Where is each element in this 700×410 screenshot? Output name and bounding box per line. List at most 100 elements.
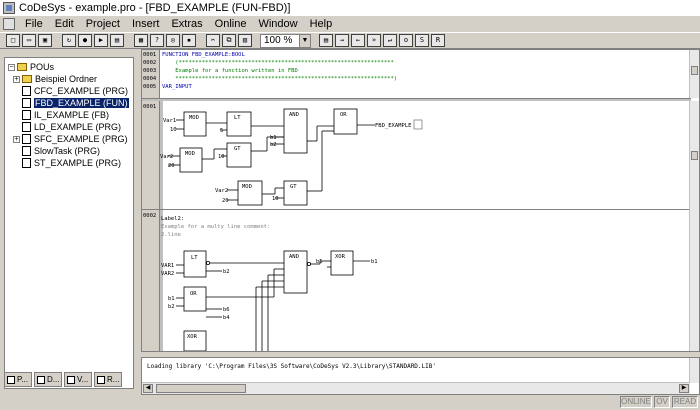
find-icon[interactable]: ◎ bbox=[166, 34, 180, 47]
object-organizer: − POUs + Beispiel Ordner CFC_EXAMPLE (PR… bbox=[4, 57, 134, 389]
box-label: LT bbox=[191, 255, 198, 261]
logout-icon[interactable]: ▤ bbox=[110, 34, 124, 47]
document-window-icon[interactable] bbox=[3, 18, 15, 30]
scroll-thumb[interactable] bbox=[691, 66, 698, 75]
menu-project[interactable]: Project bbox=[80, 18, 126, 30]
line-number: 0002 bbox=[143, 60, 157, 66]
pou-icon bbox=[22, 122, 31, 132]
signal-label: b6 bbox=[223, 307, 230, 313]
menu-window[interactable]: Window bbox=[252, 18, 303, 30]
input-icon[interactable]: → bbox=[335, 34, 349, 47]
save-icon[interactable]: ▣ bbox=[38, 34, 52, 47]
network-comment: 2.line bbox=[161, 232, 181, 238]
network-1-boxes bbox=[179, 108, 358, 206]
set-icon[interactable]: S bbox=[415, 34, 429, 47]
signal-label: VAR1 bbox=[161, 263, 174, 269]
input-label: 20 bbox=[222, 198, 229, 204]
return-icon[interactable]: ↵ bbox=[383, 34, 397, 47]
tree-root-pous[interactable]: − POUs bbox=[8, 61, 54, 73]
pou-icon bbox=[22, 134, 31, 144]
declaration-pane[interactable]: 0001 FUNCTION FBD_EXAMPLE:BOOL 0002 (***… bbox=[142, 50, 691, 98]
scroll-thumb[interactable] bbox=[691, 151, 698, 160]
message-hscrollbar[interactable]: ◀ ▶ bbox=[142, 382, 690, 394]
visualization-tab-icon bbox=[67, 375, 75, 384]
menu-extras[interactable]: Extras bbox=[165, 18, 208, 30]
scroll-right-icon[interactable]: ▶ bbox=[679, 384, 689, 393]
stop-icon[interactable]: ● bbox=[78, 34, 92, 47]
jump-icon[interactable]: » bbox=[367, 34, 381, 47]
tree-item-ld-example[interactable]: LD_EXAMPLE (PRG) bbox=[22, 121, 121, 133]
tree-item-beispiel-ordner[interactable]: + Beispiel Ordner bbox=[13, 73, 97, 85]
expand-icon[interactable]: + bbox=[13, 135, 20, 143]
expand-icon[interactable]: + bbox=[13, 75, 20, 83]
fbd-scrollbar[interactable] bbox=[689, 101, 699, 351]
box-label: OR bbox=[190, 291, 197, 297]
tree-item-slowtask[interactable]: SlowTask (PRG) bbox=[22, 145, 100, 157]
input-label: 10 bbox=[218, 154, 225, 160]
zoom-select[interactable]: 100 % ▼ bbox=[260, 33, 311, 48]
network-label: Label2: bbox=[161, 216, 184, 222]
organizer-tabs: P... D... V... R... bbox=[4, 372, 134, 389]
line-number: 0003 bbox=[143, 68, 157, 74]
output-label: FBD_EXAMPLE bbox=[375, 123, 411, 129]
login-icon[interactable]: ↻ bbox=[62, 34, 76, 47]
codesys-app-icon[interactable] bbox=[3, 2, 15, 14]
tree-item-sfc-example[interactable]: + SFC_EXAMPLE (PRG) bbox=[13, 133, 128, 145]
signal-label: b2 bbox=[168, 304, 175, 310]
status-overwrite: OV bbox=[654, 396, 670, 408]
menu-insert[interactable]: Insert bbox=[126, 18, 166, 30]
print-icon[interactable]: ▦ bbox=[134, 34, 148, 47]
tree-item-il-example[interactable]: IL_EXAMPLE (FB) bbox=[22, 109, 109, 121]
input-label: 20 bbox=[168, 163, 175, 169]
input-label: Var1 bbox=[163, 118, 176, 124]
copy-icon[interactable]: ⧉ bbox=[222, 34, 236, 47]
toolbar: □ ▭ ▣ ↻ ● ▶ ▤ ▦ ? ◎ ▪ ✂ ⧉ ▥ 100 % ▼ ▤ → ←… bbox=[0, 32, 700, 49]
negate-icon[interactable]: o bbox=[399, 34, 413, 47]
output-icon[interactable]: ← bbox=[351, 34, 365, 47]
scroll-thumb[interactable] bbox=[156, 384, 246, 393]
box-icon[interactable]: ▤ bbox=[319, 34, 333, 47]
input-label: Var2 bbox=[215, 188, 228, 194]
run-icon[interactable]: ▶ bbox=[94, 34, 108, 47]
folder-icon bbox=[17, 63, 27, 71]
box-label: OR bbox=[340, 112, 347, 118]
box-label: MOD bbox=[189, 115, 199, 121]
tree-item-st-example[interactable]: ST_EXAMPLE (PRG) bbox=[22, 157, 121, 169]
input-label: 5 bbox=[220, 128, 223, 134]
box-label: GT bbox=[234, 146, 241, 152]
box-label: LT bbox=[234, 115, 241, 121]
tab-pous[interactable]: P... bbox=[4, 372, 32, 387]
tab-visualizations[interactable]: V... bbox=[64, 372, 92, 387]
new-icon[interactable]: □ bbox=[6, 34, 20, 47]
signal-label: b5 bbox=[316, 259, 323, 265]
line-number: 0005 bbox=[143, 84, 157, 90]
status-online: ONLINE bbox=[620, 396, 652, 408]
replace-icon[interactable]: ▪ bbox=[182, 34, 196, 47]
tree-item-fbd-example[interactable]: FBD_EXAMPLE (FUN) bbox=[22, 97, 129, 109]
menu-help[interactable]: Help bbox=[304, 18, 339, 30]
signal-label: VAR2 bbox=[161, 271, 174, 277]
declaration-scrollbar[interactable] bbox=[689, 50, 699, 98]
tab-resources[interactable]: R... bbox=[94, 372, 122, 387]
code-line: Example for a function written in FBD bbox=[162, 68, 298, 74]
message-line: Loading library 'C:\Program Files\3S Sof… bbox=[147, 363, 436, 370]
fbd-editor-window: 0001 FUNCTION FBD_EXAMPLE:BOOL 0002 (***… bbox=[141, 49, 700, 352]
tab-data-types[interactable]: D... bbox=[34, 372, 62, 387]
code-line: (***************************************… bbox=[162, 60, 394, 66]
paste-icon[interactable]: ▥ bbox=[238, 34, 252, 47]
message-vscrollbar[interactable] bbox=[689, 358, 699, 383]
scroll-left-icon[interactable]: ◀ bbox=[143, 384, 153, 393]
pou-icon bbox=[22, 158, 31, 168]
cut-icon[interactable]: ✂ bbox=[206, 34, 220, 47]
menu-edit[interactable]: Edit bbox=[49, 18, 80, 30]
menu-file[interactable]: File bbox=[19, 18, 49, 30]
collapse-icon[interactable]: − bbox=[8, 63, 15, 71]
reset-icon[interactable]: R bbox=[431, 34, 445, 47]
tree-item-cfc-example[interactable]: CFC_EXAMPLE (PRG) bbox=[22, 85, 128, 97]
fbd-body-pane[interactable]: 0001 0002 MOD LT AND OR MOD GT MOD GT Va… bbox=[142, 101, 691, 351]
open-icon[interactable]: ▭ bbox=[22, 34, 36, 47]
menu-online[interactable]: Online bbox=[209, 18, 253, 30]
chevron-down-icon[interactable]: ▼ bbox=[299, 34, 310, 47]
message-window: Loading library 'C:\Program Files\3S Sof… bbox=[141, 357, 700, 395]
help-icon[interactable]: ? bbox=[150, 34, 164, 47]
